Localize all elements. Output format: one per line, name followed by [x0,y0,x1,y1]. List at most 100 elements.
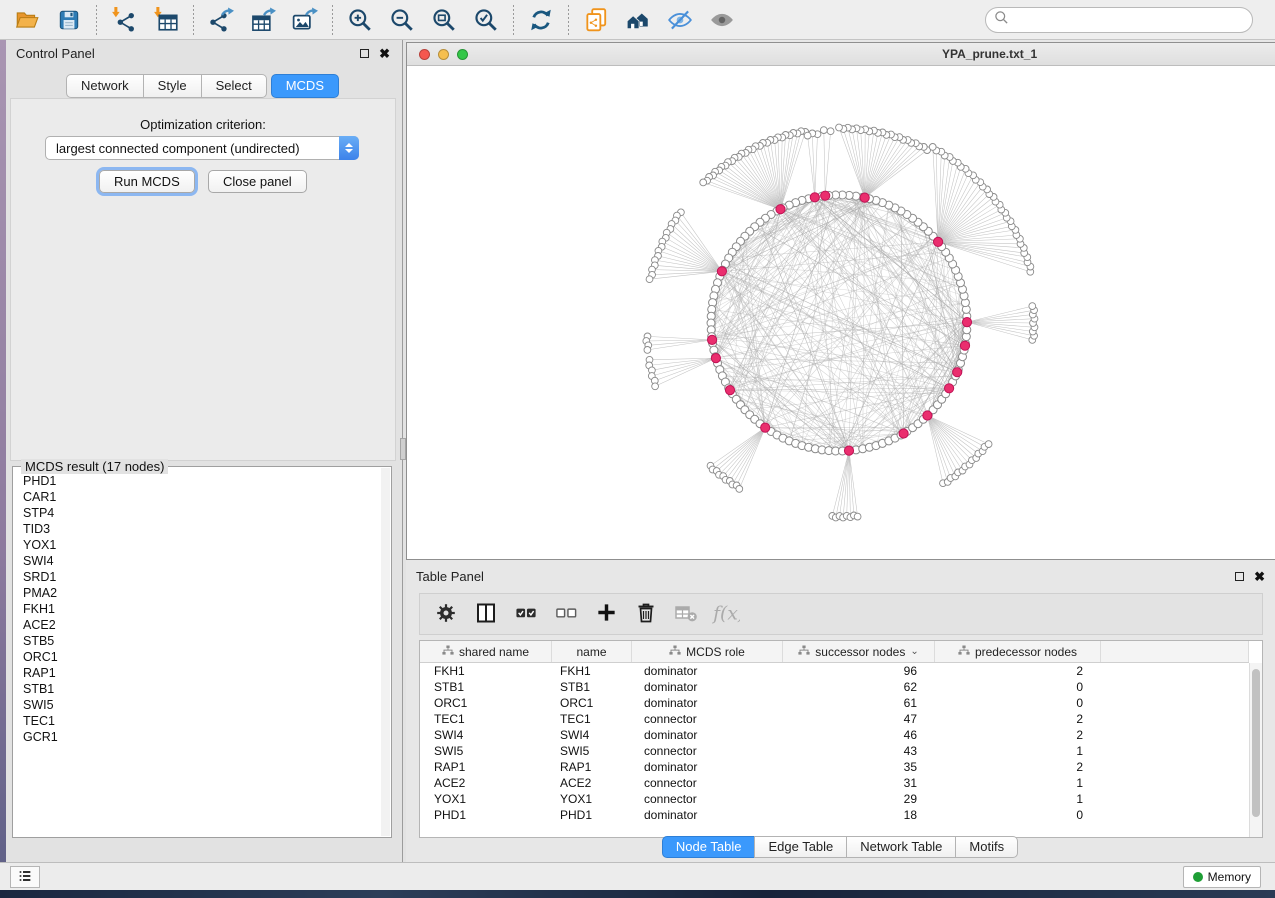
column-header-shared-name[interactable]: shared name [420,641,552,662]
network-hub-node[interactable] [810,193,819,202]
network-hub-node[interactable] [717,267,726,276]
table-settings-button[interactable] [428,597,464,631]
column-header-successor-nodes[interactable]: successor nodes⌄ [783,641,935,662]
zoom-in-button[interactable] [339,3,381,37]
tab-edge-table[interactable]: Edge Table [754,836,847,858]
column-header-predecessor-nodes[interactable]: predecessor nodes [935,641,1101,662]
network-hub-node[interactable] [860,193,869,202]
mcds-result-item[interactable]: CAR1 [23,489,381,505]
network-hub-node[interactable] [953,368,962,377]
control-panel-float-button[interactable] [360,49,369,58]
table-row[interactable]: ACE2ACE2connector311 [420,775,1249,791]
table-row[interactable]: YOX1YOX1connector291 [420,791,1249,807]
mcds-result-item[interactable]: RAP1 [23,665,381,681]
zoom-out-button[interactable] [381,3,423,37]
mcds-result-item[interactable]: SWI4 [23,553,381,569]
table-scrollbar[interactable] [1249,663,1262,837]
select-all-rows-button[interactable] [508,597,544,631]
export-network-button[interactable] [200,3,242,37]
table-row[interactable]: RAP1RAP1dominator352 [420,759,1249,775]
network-hub-node[interactable] [899,429,908,438]
memory-button[interactable]: Memory [1183,866,1261,888]
mcds-result-scrollbar[interactable] [381,468,390,836]
network-hub-node[interactable] [844,446,853,455]
table-row[interactable]: STB1STB1dominator620 [420,679,1249,695]
mcds-result-item[interactable]: STB1 [23,681,381,697]
mcds-result-item[interactable]: FKH1 [23,601,381,617]
network-hub-node[interactable] [923,411,932,420]
network-hub-node[interactable] [761,423,770,432]
import-table-button[interactable] [145,3,187,37]
save-session-button[interactable] [48,3,90,37]
window-minimize-icon[interactable] [438,49,449,60]
import-network-button[interactable] [103,3,145,37]
table-panel-float-button[interactable] [1235,572,1244,581]
search-box[interactable] [985,7,1253,33]
mcds-result-item[interactable]: PHD1 [23,473,381,489]
tab-network-table[interactable]: Network Table [846,836,956,858]
network-hub-node[interactable] [934,237,943,246]
table-row[interactable]: TEC1TEC1connector472 [420,711,1249,727]
window-close-icon[interactable] [419,49,430,60]
network-hub-node[interactable] [708,335,717,344]
network-hub-node[interactable] [945,384,954,393]
mcds-result-item[interactable]: TEC1 [23,713,381,729]
network-canvas[interactable] [407,66,1274,559]
mcds-result-item[interactable]: SWI5 [23,697,381,713]
table-panel-close-button[interactable]: ✖ [1254,570,1265,583]
mcds-result-item[interactable]: ORC1 [23,649,381,665]
refresh-button[interactable] [520,3,562,37]
tab-node-table[interactable]: Node Table [662,836,756,858]
export-table-button[interactable] [242,3,284,37]
table-row[interactable]: PHD1PHD1dominator180 [420,807,1249,823]
close-panel-button[interactable]: Close panel [208,170,307,193]
window-zoom-icon[interactable] [457,49,468,60]
network-hub-node[interactable] [962,318,971,327]
mcds-result-item[interactable]: ACE2 [23,617,381,633]
control-panel-close-button[interactable]: ✖ [379,47,390,60]
network-window-titlebar[interactable]: YPA_prune.txt_1 [407,43,1275,66]
delete-columns-button[interactable] [628,597,664,631]
column-header-MCDS-role[interactable]: MCDS role [632,641,783,662]
network-hub-node[interactable] [960,341,969,350]
deselect-all-rows-button[interactable] [548,597,584,631]
mcds-result-item[interactable]: STP4 [23,505,381,521]
show-all-icon [709,7,735,33]
tab-style[interactable]: Style [143,74,202,98]
export-image-button[interactable] [284,3,326,37]
mcds-result-item[interactable]: TID3 [23,521,381,537]
mcds-result-item[interactable]: GCR1 [23,729,381,745]
column-header-name[interactable]: name [552,641,632,662]
table-row[interactable]: SWI4SWI4dominator462 [420,727,1249,743]
network-hub-node[interactable] [725,386,734,395]
network-hub-node[interactable] [711,354,720,363]
tab-network[interactable]: Network [66,74,144,98]
tab-mcds[interactable]: MCDS [271,74,339,98]
mcds-result-item[interactable]: SRD1 [23,569,381,585]
show-panels-list-button[interactable] [10,866,40,888]
table-row[interactable]: SWI5SWI5connector431 [420,743,1249,759]
hide-selected-button[interactable] [659,3,701,37]
open-file-button[interactable] [6,3,48,37]
table-scrollbar-thumb[interactable] [1252,669,1260,817]
optimization-criterion-select[interactable]: largest connected component (undirected) [45,136,359,160]
table-row[interactable]: ORC1ORC1dominator610 [420,695,1249,711]
search-input[interactable] [1014,13,1244,27]
share-document-button[interactable] [575,3,617,37]
mcds-result-item[interactable]: PMA2 [23,585,381,601]
run-mcds-button[interactable]: Run MCDS [99,170,195,193]
cell-shared-name: ACE2 [420,776,552,790]
zoom-selected-button[interactable] [465,3,507,37]
mcds-result-item[interactable]: YOX1 [23,537,381,553]
mcds-result-item[interactable]: STB5 [23,633,381,649]
table-row[interactable]: FKH1FKH1dominator962 [420,663,1249,679]
zoom-fit-button[interactable] [423,3,465,37]
network-hub-node[interactable] [821,191,830,200]
tab-motifs[interactable]: Motifs [955,836,1018,858]
network-hub-node[interactable] [776,205,785,214]
add-column-button[interactable] [588,597,624,631]
tab-select[interactable]: Select [201,74,267,98]
column-visibility-button[interactable] [468,597,504,631]
home-button[interactable] [617,3,659,37]
show-all-button[interactable] [701,3,743,37]
